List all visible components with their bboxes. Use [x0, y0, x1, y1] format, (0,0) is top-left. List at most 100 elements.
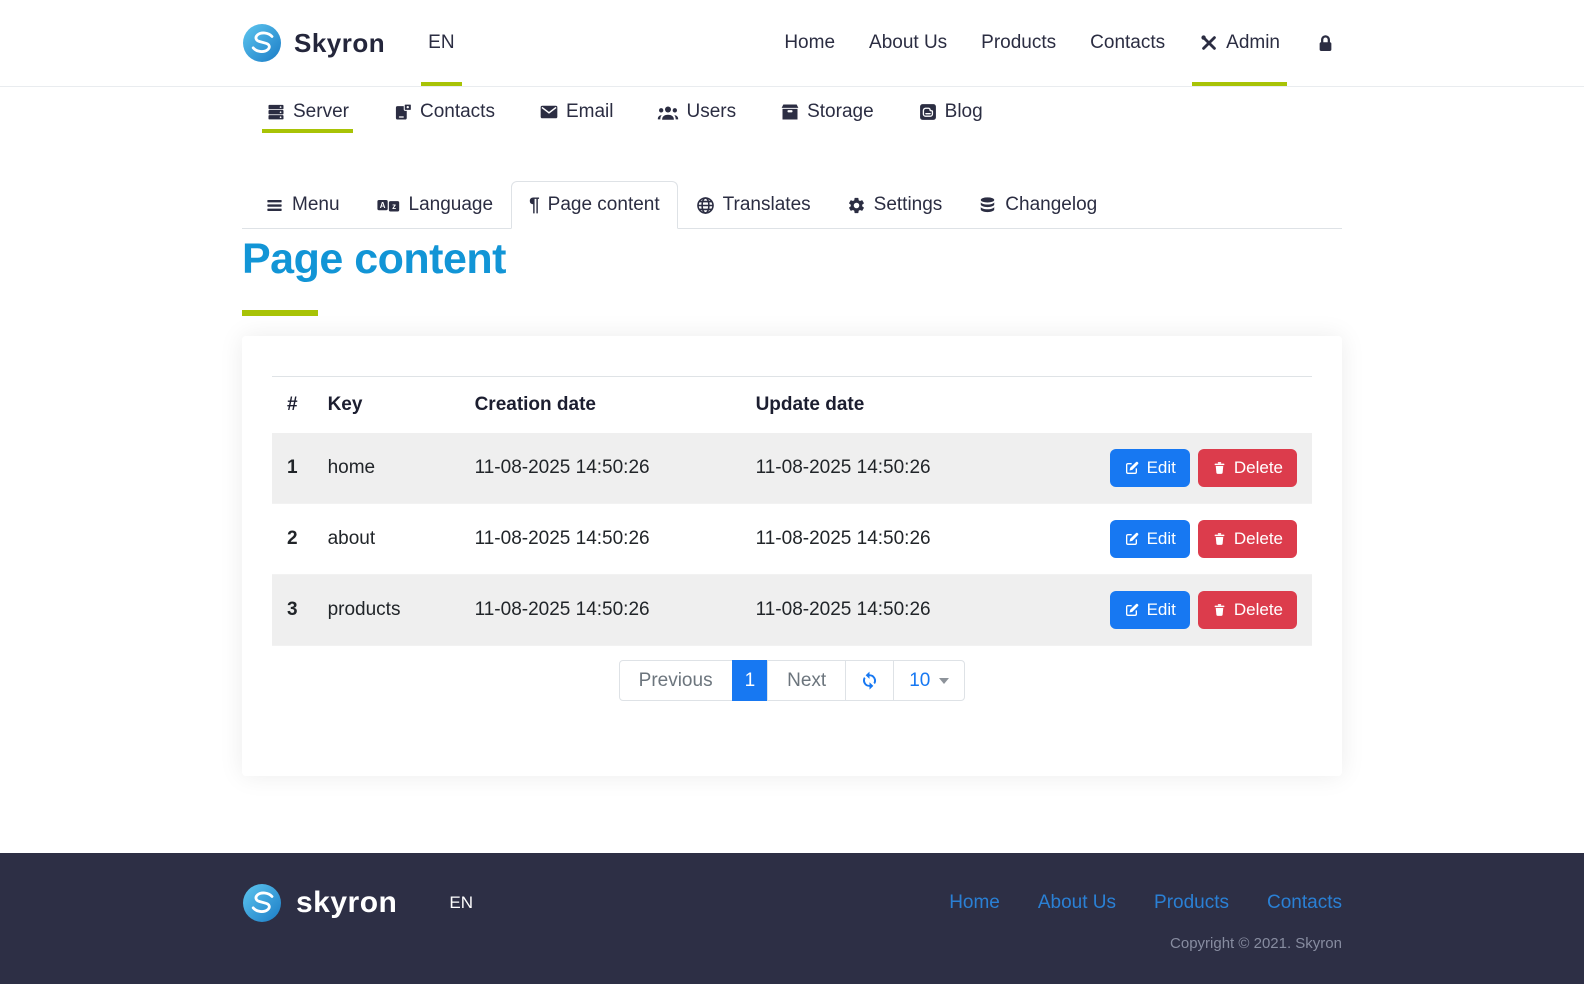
row-updated: 11-08-2025 14:50:26: [755, 457, 931, 478]
main-content: Menu A z Language ¶ Page content Transla…: [0, 137, 1584, 776]
row-key: home: [327, 457, 376, 478]
top-navbar: Skyron EN Home About Us Products Contact…: [0, 0, 1584, 87]
subnav-item-blog[interactable]: Blog: [908, 87, 993, 137]
edit-button[interactable]: Edit: [1109, 520, 1190, 558]
subnav-item-users[interactable]: Users: [647, 87, 746, 137]
tab-language[interactable]: A z Language: [358, 181, 512, 229]
footer-brand-logo[interactable]: skyron: [242, 883, 397, 923]
footer-link-about-us[interactable]: About Us: [1038, 892, 1116, 914]
trash-icon: [1212, 602, 1227, 618]
delete-button[interactable]: Delete: [1197, 449, 1297, 487]
edit-pencil-icon: [1124, 460, 1140, 476]
refresh-button[interactable]: [845, 660, 895, 701]
subnav-item-storage[interactable]: Storage: [770, 87, 884, 137]
footer: skyron EN Home About Us Products Contact…: [0, 853, 1584, 984]
table-row: 1 home 11-08-2025 14:50:26 11-08-2025 14…: [272, 433, 1312, 504]
tab-menu[interactable]: Menu: [247, 181, 358, 229]
row-updated: 11-08-2025 14:50:26: [755, 599, 931, 620]
tab-changelog[interactable]: Changelog: [960, 181, 1115, 229]
tab-translates[interactable]: Translates: [678, 181, 829, 229]
database-icon: [978, 196, 997, 215]
edit-pencil-icon: [1124, 602, 1140, 618]
edit-button[interactable]: Edit: [1109, 449, 1190, 487]
nav-item-contacts[interactable]: Contacts: [1077, 0, 1178, 86]
pagination: Previous 1 Next 10: [618, 660, 966, 701]
footer-nav: Home About Us Products Contacts: [949, 892, 1342, 914]
row-key: about: [327, 528, 376, 549]
skyron-logo-icon: [242, 883, 282, 923]
nav-item-admin[interactable]: Admin: [1186, 0, 1293, 86]
email-icon: [539, 102, 559, 122]
footer-language-switcher[interactable]: EN: [449, 893, 473, 913]
col-header-num: #: [287, 394, 298, 415]
admin-subnav: Server Contacts Email Users Storage Blog: [0, 87, 1584, 137]
row-key: products: [327, 599, 401, 620]
row-updated: 11-08-2025 14:50:26: [755, 528, 931, 549]
row-num: 1: [287, 457, 298, 478]
trash-icon: [1212, 531, 1227, 547]
tools-icon: [1199, 33, 1219, 53]
admin-tabs: Menu A z Language ¶ Page content Transla…: [242, 181, 1342, 229]
svg-text:A: A: [379, 201, 385, 210]
subnav-item-email[interactable]: Email: [529, 87, 624, 137]
pagination-previous[interactable]: Previous: [618, 660, 733, 701]
svg-text:z: z: [392, 202, 396, 211]
page-title: Page content: [242, 235, 507, 283]
language-icon: A z: [376, 196, 401, 215]
nav-item-about-us[interactable]: About Us: [856, 0, 960, 86]
row-num: 2: [287, 528, 298, 549]
row-created: 11-08-2025 14:50:26: [474, 457, 650, 478]
subnav-item-server[interactable]: Server: [256, 87, 359, 137]
brand-logo[interactable]: Skyron: [242, 23, 385, 63]
language-switcher-label: EN: [428, 32, 455, 53]
logout-lock-button[interactable]: [1301, 0, 1342, 86]
skyron-logo-icon: [242, 23, 282, 63]
edit-pencil-icon: [1124, 531, 1140, 547]
pagination-page-1[interactable]: 1: [731, 660, 769, 701]
pagination-next[interactable]: Next: [767, 660, 847, 701]
server-icon: [266, 102, 286, 122]
col-header-created: Creation date: [474, 394, 596, 415]
nav-item-products[interactable]: Products: [968, 0, 1069, 86]
table-row: 3 products 11-08-2025 14:50:26 11-08-202…: [272, 574, 1312, 646]
page-content-card: # Key Creation date Update date 1 home 1…: [242, 336, 1342, 776]
language-switcher[interactable]: EN: [415, 0, 467, 86]
col-header-actions: [1018, 377, 1312, 433]
subnav-item-contacts[interactable]: Contacts: [383, 87, 505, 137]
trash-icon: [1212, 460, 1227, 476]
copyright-text: Copyright © 2021. Skyron: [1170, 935, 1342, 952]
nav-item-home[interactable]: Home: [771, 0, 848, 86]
lock-icon: [1315, 33, 1336, 54]
contacts-icon: [393, 102, 413, 122]
edit-button[interactable]: Edit: [1109, 591, 1190, 629]
per-page-select[interactable]: 10: [893, 660, 966, 701]
footer-brand-name: skyron: [296, 886, 398, 919]
storage-icon: [780, 102, 800, 122]
pilcrow-icon: ¶: [529, 194, 540, 216]
col-header-key: Key: [327, 394, 363, 415]
footer-link-contacts[interactable]: Contacts: [1267, 892, 1342, 914]
row-num: 3: [287, 599, 298, 620]
refresh-icon: [859, 670, 880, 691]
blog-icon: [918, 102, 938, 122]
table-header-row: # Key Creation date Update date: [272, 377, 1312, 433]
row-created: 11-08-2025 14:50:26: [474, 528, 650, 549]
delete-button[interactable]: Delete: [1197, 520, 1297, 558]
users-icon: [657, 102, 679, 122]
brand-name: Skyron: [294, 27, 386, 58]
menu-icon: [265, 196, 284, 215]
table-row: 2 about 11-08-2025 14:50:26 11-08-2025 1…: [272, 504, 1312, 575]
globe-icon: [696, 196, 715, 215]
footer-link-home[interactable]: Home: [949, 892, 1000, 914]
row-created: 11-08-2025 14:50:26: [474, 599, 650, 620]
col-header-updated: Update date: [755, 394, 865, 415]
title-accent-bar: [242, 310, 318, 316]
tab-settings[interactable]: Settings: [829, 181, 961, 229]
tab-page-content[interactable]: ¶ Page content: [511, 181, 678, 229]
chevron-down-icon: [939, 677, 950, 684]
gear-icon: [847, 196, 866, 215]
per-page-value: 10: [909, 669, 931, 691]
delete-button[interactable]: Delete: [1197, 591, 1297, 629]
page-content-table: # Key Creation date Update date 1 home 1…: [272, 377, 1312, 646]
footer-link-products[interactable]: Products: [1154, 892, 1229, 914]
